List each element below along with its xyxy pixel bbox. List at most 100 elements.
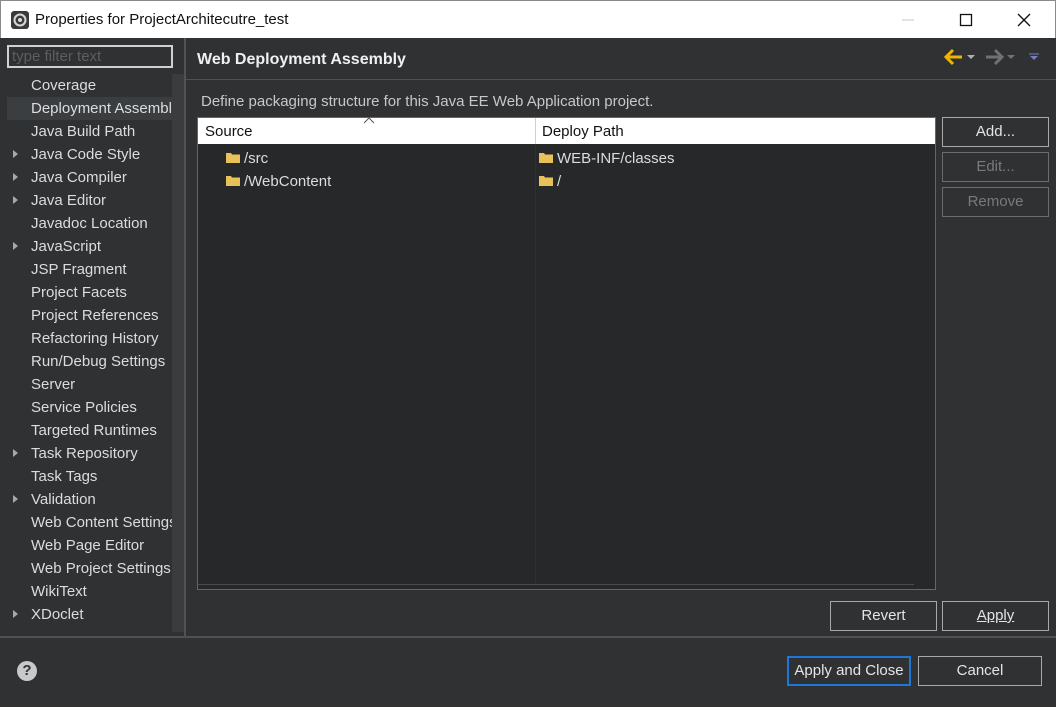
sidebar-item[interactable]: Task Tags xyxy=(7,465,172,488)
folder-icon xyxy=(539,173,553,186)
back-history-dropdown[interactable] xyxy=(966,46,976,72)
sidebar-item[interactable]: Java Code Style xyxy=(7,143,172,166)
sidebar-item-label: Java Compiler xyxy=(31,169,127,186)
add-button[interactable]: Add... xyxy=(942,117,1049,147)
expand-arrow-icon[interactable] xyxy=(13,495,18,503)
column-separator[interactable] xyxy=(535,118,536,144)
expand-arrow-icon[interactable] xyxy=(13,173,18,181)
column-header-source[interactable]: Source xyxy=(205,123,253,140)
sort-ascending-icon xyxy=(363,117,375,124)
sidebar-item-label: Service Policies xyxy=(31,399,137,416)
sidebar-item[interactable]: Project References xyxy=(7,304,172,327)
sidebar-item[interactable]: Run/Debug Settings xyxy=(7,350,172,373)
sidebar-item[interactable]: Refactoring History xyxy=(7,327,172,350)
sidebar-item-label: Server xyxy=(31,376,76,393)
filter-input[interactable] xyxy=(7,45,173,68)
sidebar-item[interactable]: Web Content Settings xyxy=(7,511,172,534)
sidebar-item-label: Task Tags xyxy=(31,468,98,485)
sidebar-item[interactable]: Javadoc Location xyxy=(7,212,172,235)
page-header: Web Deployment Assembly xyxy=(186,38,1056,80)
apply-and-close-label: Apply and Close xyxy=(794,662,904,679)
sidebar-item-label: Coverage xyxy=(31,77,97,94)
revert-button-label: Revert xyxy=(861,607,906,624)
minimize-button[interactable] xyxy=(879,1,937,39)
deploy-path-cell: / xyxy=(557,173,562,190)
table-horizontal-scrollbar[interactable] xyxy=(198,584,914,589)
close-button[interactable] xyxy=(995,1,1053,39)
close-icon xyxy=(1017,13,1031,27)
table-header: Source Deploy Path xyxy=(198,117,935,144)
sidebar-item-label: Targeted Runtimes xyxy=(31,422,157,439)
help-button[interactable]: ? xyxy=(17,661,37,681)
sidebar-item[interactable]: Project Facets xyxy=(7,281,172,304)
expand-arrow-icon[interactable] xyxy=(13,196,18,204)
sidebar-item[interactable]: Deployment Assembly xyxy=(7,97,172,120)
revert-button[interactable]: Revert xyxy=(830,601,937,631)
sidebar-item-label: Web Project Settings xyxy=(31,560,171,577)
cancel-button[interactable]: Cancel xyxy=(918,656,1042,686)
sidebar-item[interactable]: Server xyxy=(7,373,172,396)
sidebar-item-label: Project References xyxy=(31,307,159,324)
expand-arrow-icon[interactable] xyxy=(13,449,18,457)
edit-button[interactable]: Edit... xyxy=(942,152,1049,182)
column-header-deploy-path[interactable]: Deploy Path xyxy=(542,123,624,140)
forward-history-dropdown[interactable] xyxy=(1006,46,1016,72)
sidebar-item[interactable]: Java Compiler xyxy=(7,166,172,189)
sidebar-item-label: Task Repository xyxy=(31,445,138,462)
sidebar-item[interactable]: Targeted Runtimes xyxy=(7,419,172,442)
remove-button-label: Remove xyxy=(967,193,1024,210)
sidebar-item-label: JavaScript xyxy=(31,238,102,255)
chevron-down-icon xyxy=(1007,55,1015,59)
apply-button[interactable]: Apply xyxy=(942,601,1049,631)
sidebar-item[interactable]: Java Editor xyxy=(7,189,172,212)
expand-arrow-icon[interactable] xyxy=(13,610,18,618)
tree-scrollbar[interactable] xyxy=(172,74,184,632)
sidebar-item-label: Java Code Style xyxy=(31,146,141,163)
folder-icon xyxy=(226,173,240,186)
table-row[interactable]: /src WEB-INF/classes xyxy=(198,147,935,170)
expand-arrow-icon[interactable] xyxy=(13,150,18,158)
sidebar-item[interactable]: JavaScript xyxy=(7,235,172,258)
apply-and-close-button[interactable]: Apply and Close xyxy=(787,656,911,686)
deployment-assembly-table[interactable]: Source Deploy Path /src WEB-INF/classes/W… xyxy=(197,117,936,590)
deploy-path-cell: WEB-INF/classes xyxy=(557,150,675,167)
sidebar-item[interactable]: Task Repository xyxy=(7,442,172,465)
properties-navigation-pane: Coverage Deployment Assembly Java Build Pa… xyxy=(0,38,184,636)
pane-splitter[interactable] xyxy=(184,38,186,636)
sidebar-item-label: Validation xyxy=(31,491,96,508)
table-row[interactable]: /WebContent / xyxy=(198,170,935,193)
folder-icon xyxy=(226,150,240,163)
sidebar-item[interactable]: WikiText xyxy=(7,580,172,603)
sidebar-item-label: Javadoc Location xyxy=(31,215,148,232)
sidebar-item[interactable]: XDoclet xyxy=(7,603,172,626)
page-description: Define packaging structure for this Java… xyxy=(201,93,654,110)
help-icon: ? xyxy=(22,662,32,679)
folder-icon xyxy=(539,150,553,163)
footer-separator xyxy=(0,636,1056,638)
sidebar-item[interactable]: Coverage xyxy=(7,74,172,97)
sidebar-item[interactable]: Web Project Settings xyxy=(7,557,172,580)
title-bar: Properties for ProjectArchitecutre_test xyxy=(0,0,1056,38)
expand-arrow-icon[interactable] xyxy=(13,242,18,250)
forward-arrow-icon xyxy=(986,48,1005,66)
view-menu-button[interactable] xyxy=(1028,46,1040,72)
back-button[interactable] xyxy=(943,46,964,72)
sidebar-item-label: Project Facets xyxy=(31,284,127,301)
sidebar-item-label: Run/Debug Settings xyxy=(31,353,166,370)
source-cell: /src xyxy=(244,150,269,167)
maximize-button[interactable] xyxy=(937,1,995,39)
edit-button-label: Edit... xyxy=(976,158,1015,175)
sidebar-item-label: Web Page Editor xyxy=(31,537,145,554)
sidebar-item[interactable]: JSP Fragment xyxy=(7,258,172,281)
remove-button[interactable]: Remove xyxy=(942,187,1049,217)
sidebar-item-label: WikiText xyxy=(31,583,87,600)
sidebar-item[interactable]: Java Build Path xyxy=(7,120,172,143)
source-cell: /WebContent xyxy=(244,173,332,190)
sidebar-item-label: JSP Fragment xyxy=(31,261,127,278)
sidebar-item[interactable]: Validation xyxy=(7,488,172,511)
sidebar-item-label: Java Build Path xyxy=(31,123,136,140)
sidebar-item[interactable]: Web Page Editor xyxy=(7,534,172,557)
sidebar-item[interactable]: Service Policies xyxy=(7,396,172,419)
sidebar-item-label: XDoclet xyxy=(31,606,84,623)
forward-button[interactable] xyxy=(984,46,1005,72)
